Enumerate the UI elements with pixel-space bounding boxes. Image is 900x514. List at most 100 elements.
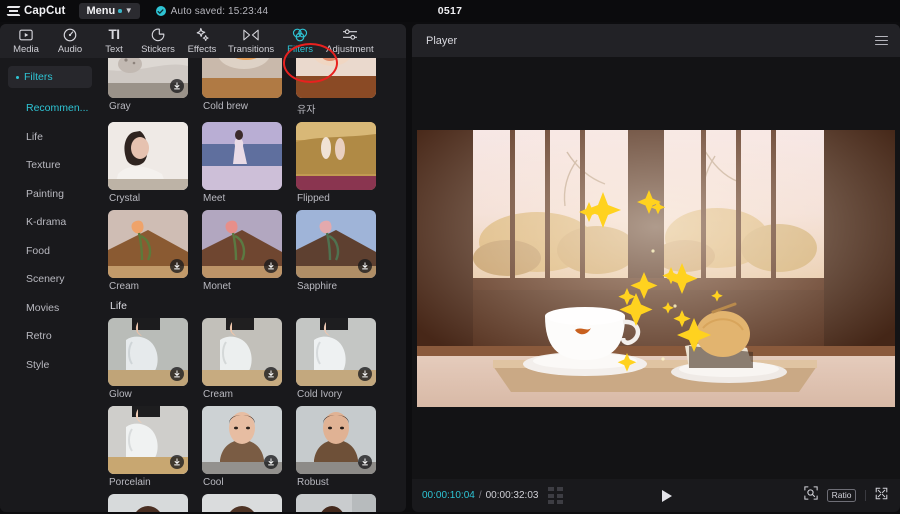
tab-filters[interactable]: Filters [278, 24, 322, 58]
stickers-icon [151, 27, 165, 42]
filter-row: Cream Monet Sapphire [108, 210, 406, 292]
media-icon [19, 27, 33, 42]
filter-item-yuja[interactable]: 유자 [296, 58, 376, 116]
app-name: CapCut [24, 5, 66, 17]
capcut-logo-icon [7, 6, 20, 17]
menu-button[interactable]: Menu ▼ [78, 3, 140, 19]
filter-item-crystal[interactable]: Crystal [108, 122, 188, 204]
download-icon[interactable] [170, 367, 184, 381]
sidebar-item-scenery[interactable]: Scenery [0, 265, 100, 294]
sidebar-item-label: K-drama [26, 216, 67, 229]
filter-thumbnail [202, 58, 282, 98]
filter-label: Meet [203, 193, 226, 204]
filter-item-meet[interactable]: Meet [202, 122, 282, 204]
tab-media[interactable]: Media [4, 24, 48, 58]
filter-item-life-cream[interactable]: Cream [202, 318, 282, 400]
filter-label: Cream [203, 389, 234, 400]
filter-item-partial[interactable] [202, 494, 282, 512]
tab-text[interactable]: TI Text [92, 24, 136, 58]
menu-button-label: Menu [86, 5, 116, 17]
filter-item-cool[interactable]: Cool [202, 406, 282, 488]
sidebar-item-label: Movies [26, 301, 60, 314]
current-time: 00:00:10:04 [422, 490, 475, 501]
sidebar-item-life[interactable]: Life [0, 123, 100, 152]
filter-label: Sapphire [297, 281, 338, 292]
play-icon[interactable] [661, 489, 672, 502]
download-icon[interactable] [170, 79, 184, 93]
tab-transitions-label: Transitions [228, 44, 275, 55]
sidebar-item-retro[interactable]: Retro [0, 322, 100, 351]
chevron-down-icon: ▼ [124, 6, 133, 15]
autosave-text: Auto saved: 15:23:44 [170, 5, 269, 17]
filter-label: Flipped [297, 193, 330, 204]
download-icon[interactable] [358, 367, 372, 381]
filter-item-cold-brew[interactable]: Cold brew [202, 58, 282, 116]
download-icon[interactable] [264, 367, 278, 381]
download-icon[interactable] [170, 259, 184, 273]
filter-item-glow[interactable]: Glow [108, 318, 188, 400]
capcut-window: CapCut Menu ▼ Auto saved: 15:23:44 0517 … [0, 0, 900, 514]
filter-item-partial[interactable] [296, 494, 376, 512]
sidebar-item-k-drama[interactable]: K-drama [0, 208, 100, 237]
fullscreen-icon[interactable] [875, 487, 888, 505]
tab-audio[interactable]: Audio [48, 24, 92, 58]
player-stage [412, 57, 900, 479]
tab-transitions[interactable]: Transitions [224, 24, 278, 58]
tab-adjustment[interactable]: Adjustment [322, 24, 378, 58]
filter-item-robust[interactable]: Robust [296, 406, 376, 488]
ratio-button[interactable]: Ratio [827, 489, 856, 502]
sidebar-item-style[interactable]: Style [0, 351, 100, 380]
filter-thumbnail [296, 58, 376, 98]
filter-label: Porcelain [109, 477, 151, 488]
tab-stickers-label: Stickers [141, 44, 175, 55]
download-icon[interactable] [264, 259, 278, 273]
filter-thumbnail [108, 122, 188, 190]
filter-item-monet[interactable]: Monet [202, 210, 282, 292]
download-icon[interactable] [170, 455, 184, 469]
sidebar-item-texture[interactable]: Texture [0, 151, 100, 180]
text-icon: TI [108, 27, 121, 42]
filter-row: Gray Cold brew 유자 [108, 58, 406, 116]
download-icon[interactable] [358, 259, 372, 273]
zoom-focus-icon[interactable] [804, 486, 818, 505]
filter-thumbnail [296, 494, 376, 512]
playback-controls [529, 489, 804, 502]
filter-label: Cool [203, 477, 224, 488]
filter-thumbnail [202, 318, 282, 386]
sidebar-item-recommended[interactable]: Recommen... [0, 94, 100, 123]
tab-stickers[interactable]: Stickers [136, 24, 180, 58]
sidebar-item-movies[interactable]: Movies [0, 294, 100, 323]
sidebar-item-food[interactable]: Food [0, 237, 100, 266]
hamburger-icon[interactable] [875, 35, 888, 46]
filter-item-cold-ivory[interactable]: Cold Ivory [296, 318, 376, 400]
filter-item-sapphire[interactable]: Sapphire [296, 210, 376, 292]
filter-thumbnail [296, 210, 376, 278]
video-preview[interactable] [417, 129, 895, 407]
filter-item-porcelain[interactable]: Porcelain [108, 406, 188, 488]
library-panel: Media Audio TI Text Stickers Effects Tra… [0, 24, 406, 512]
filter-item-flipped[interactable]: Flipped [296, 122, 376, 204]
filter-item-cream[interactable]: Cream [108, 210, 188, 292]
sidebar-item-label: Painting [26, 187, 64, 200]
download-icon[interactable] [264, 455, 278, 469]
filter-row-partial [108, 494, 406, 512]
sidebar-item-label: Life [26, 130, 43, 143]
filter-item-gray[interactable]: Gray [108, 58, 188, 116]
tab-effects[interactable]: Effects [180, 24, 224, 58]
filter-item-partial[interactable] [108, 494, 188, 512]
filter-grid: Gray Cold brew 유자 Crystal Meet Flipped C… [100, 58, 406, 512]
filter-thumbnail [108, 494, 188, 512]
filter-row: Porcelain Cool Robust [108, 406, 406, 488]
filter-thumbnail [296, 318, 376, 386]
sidebar-item-painting[interactable]: Painting [0, 180, 100, 209]
transitions-icon [243, 27, 259, 42]
tab-filters-label: Filters [287, 44, 314, 55]
sidebar-item-label: Style [26, 358, 50, 371]
tab-text-label: Text [105, 44, 123, 55]
tab-effects-label: Effects [187, 44, 217, 55]
filter-row: Glow Cream Cold Ivory [108, 318, 406, 400]
filter-category-header[interactable]: Filters [8, 66, 92, 88]
sidebar-item-label: Texture [26, 159, 61, 172]
download-icon[interactable] [358, 455, 372, 469]
filter-label: Monet [203, 281, 231, 292]
